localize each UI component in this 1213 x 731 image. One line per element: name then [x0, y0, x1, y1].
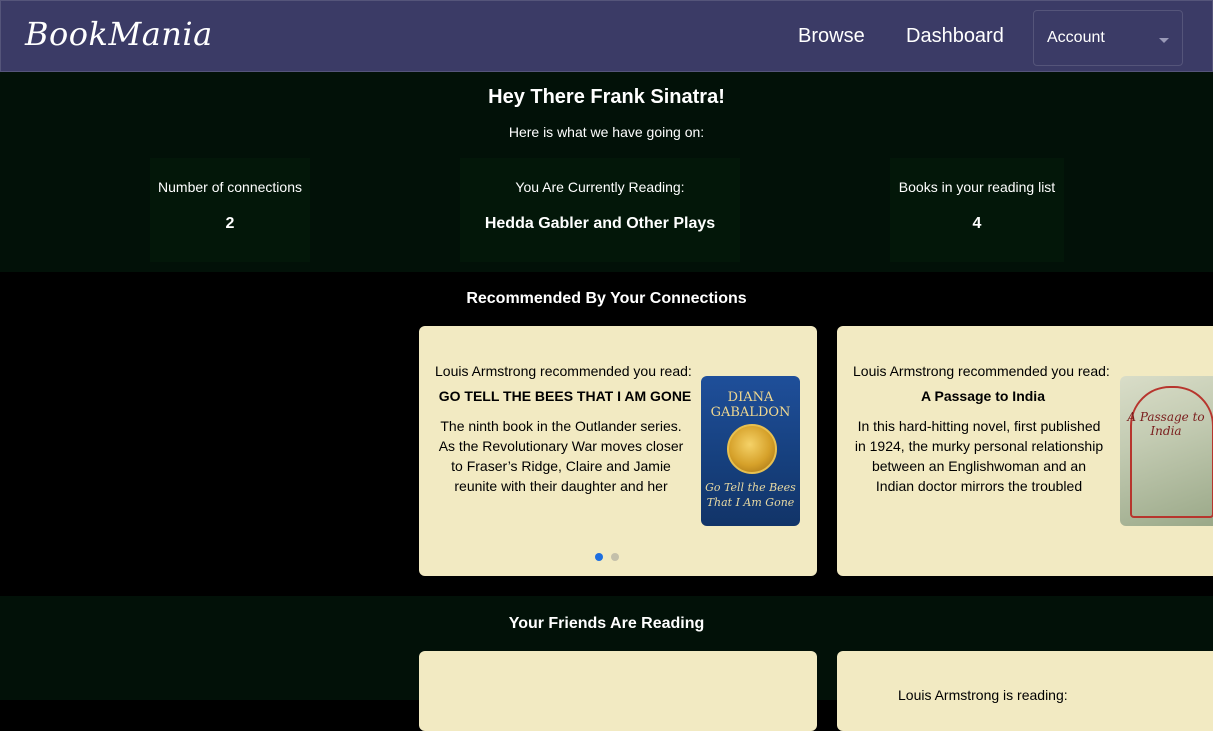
- chevron-down-icon: [1159, 38, 1169, 43]
- recommendations-title: Recommended By Your Connections: [466, 290, 747, 307]
- book-description: The ninth book in the Outlander series. …: [438, 418, 684, 494]
- account-dropdown[interactable]: Account: [1033, 10, 1183, 66]
- currently-reading-title[interactable]: Hedda Gabler and Other Plays: [460, 215, 740, 233]
- nav-dashboard-link[interactable]: Dashboard: [906, 25, 1004, 48]
- carousel-dot[interactable]: [595, 553, 603, 561]
- book-description: In this hard-hitting novel, first publis…: [854, 418, 1104, 494]
- dashboard-summary: Hey There Frank Sinatra! Here is what we…: [0, 72, 1213, 272]
- recommendation-card[interactable]: Louis Armstrong recommended you read: A …: [837, 326, 1213, 576]
- cover-frame: [1130, 386, 1213, 518]
- currently-reading-stat-card: You Are Currently Reading: Hedda Gabler …: [460, 158, 740, 262]
- cover-title-text: A Passage to India: [1127, 410, 1205, 438]
- carousel-dot[interactable]: [611, 553, 619, 561]
- recommendation-header: Louis Armstrong recommended you read:: [435, 363, 692, 379]
- nav-browse-link[interactable]: Browse: [798, 25, 865, 48]
- book-cover-image[interactable]: DIANA GABALDON Go Tell the Bees That I A…: [701, 376, 800, 526]
- recommendations-section: Recommended By Your Connections Louis Ar…: [0, 272, 1213, 596]
- bee-medallion-icon: [727, 424, 777, 474]
- cover-title-text: Go Tell the Bees That I Am Gone: [705, 481, 796, 509]
- greeting-subtitle: Here is what we have going on:: [508, 124, 705, 140]
- carousel-indicators: [595, 553, 627, 571]
- reading-list-count: 4: [972, 215, 982, 232]
- account-label: Account: [1047, 29, 1105, 46]
- cover-author-text: DIANA GABALDON: [710, 390, 791, 420]
- friends-reading-title: Your Friends Are Reading: [508, 615, 705, 632]
- connections-label: Number of connections: [158, 179, 302, 195]
- navbar: BookMania Browse Dashboard Account: [0, 0, 1213, 72]
- greeting-title: Hey There Frank Sinatra!: [488, 86, 725, 108]
- book-title[interactable]: GO TELL THE BEES THAT I AM GONE: [433, 388, 697, 404]
- connections-stat-card: Number of connections 2: [150, 158, 310, 262]
- brand-logo[interactable]: BookMania: [25, 15, 213, 53]
- recommendation-header: Louis Armstrong recommended you read:: [853, 363, 1110, 379]
- reading-list-label: Books in your reading list: [898, 179, 1056, 195]
- connections-count: 2: [225, 215, 235, 232]
- currently-reading-label: You Are Currently Reading:: [515, 179, 685, 195]
- book-cover-image[interactable]: A Passage to India: [1120, 376, 1213, 526]
- friend-reading-header: Louis Armstrong is reading:: [898, 687, 1068, 703]
- book-title[interactable]: A Passage to India: [851, 388, 1115, 404]
- friend-reading-card[interactable]: [419, 651, 817, 731]
- friends-reading-section: Your Friends Are Reading Louis Armstrong…: [0, 596, 1213, 731]
- reading-list-stat-card: Books in your reading list 4: [890, 158, 1064, 262]
- friend-reading-card[interactable]: Louis Armstrong is reading:: [837, 651, 1213, 731]
- recommendation-card[interactable]: Louis Armstrong recommended you read: GO…: [419, 326, 817, 576]
